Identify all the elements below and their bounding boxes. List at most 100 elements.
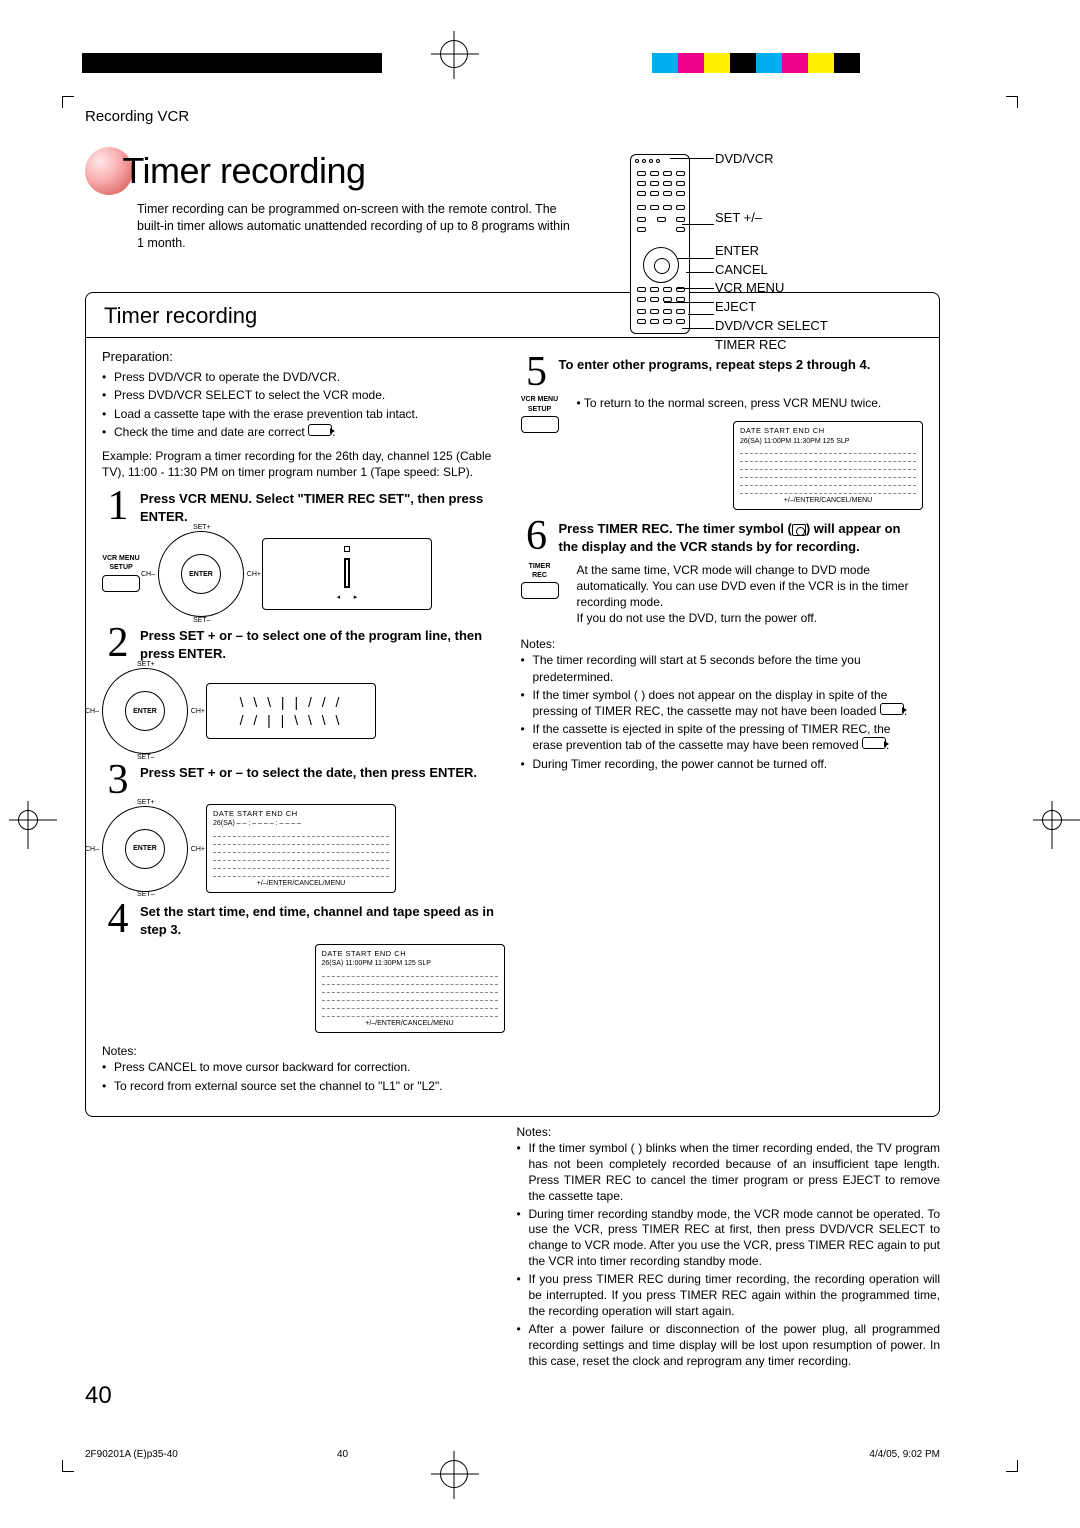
step-text: Set the start time, end time, channel an…: [140, 903, 505, 938]
remote-label-timerrec: TIMER REC: [715, 336, 828, 355]
dpad-label: CH+: [247, 570, 261, 579]
note-text: After a power failure or disconnection o…: [529, 1322, 941, 1368]
step5-return-label: To return to the normal screen, press VC…: [584, 396, 881, 410]
registration-marks: [60, 45, 960, 77]
page-ref-icon: [308, 424, 332, 436]
prep-item: Press DVD/VCR to operate the DVD/VCR.: [102, 369, 505, 385]
notes-heading: Notes:: [517, 1125, 941, 1141]
dpad-label: SET–: [137, 890, 155, 899]
osd-row: 26(SA) 11:00PM 11:30PM 125 SLP: [322, 959, 498, 968]
note-item: If the timer symbol ( ) blinks when the …: [517, 1141, 941, 1205]
remote-label-set: SET +/–: [715, 209, 828, 228]
dpad-icon: SET+ SET– CH– CH+ ENTER: [158, 531, 244, 617]
remote-labels: DVD/VCR SET +/– ENTER CANCEL VCR MENU EJ…: [715, 150, 828, 355]
dpad-icon: SET+ SET– CH– CH+ ENTER: [102, 668, 188, 754]
step-text: Press SET + or – to select one of the pr…: [140, 627, 505, 662]
step2-figure: SET+ SET– CH– CH+ ENTER \ \ \ | | / / //…: [102, 668, 505, 754]
registration-crosshair-right: [1042, 810, 1062, 830]
step-1: 1 Press VCR MENU. Select "TIMER REC SET"…: [102, 490, 505, 525]
prep-item: Load a cassette tape with the erase prev…: [102, 406, 505, 422]
footer-file: 2F90201A (E)p35-40: [85, 1449, 178, 1460]
note-item: During timer recording standby mode, the…: [517, 1207, 941, 1271]
dpad-label: CH–: [141, 570, 155, 579]
vcr-menu-key-icon: [102, 575, 140, 592]
osd-header: DATE START END CH: [213, 809, 389, 819]
dpad-label: CH+: [191, 845, 205, 854]
note-text: If the cassette is ejected in spite of t…: [533, 722, 891, 752]
note-item: The timer recording will start at 5 seco…: [521, 652, 924, 684]
page-ref-icon: [880, 703, 904, 715]
step-text: To enter other programs, repeat steps 2 …: [559, 356, 924, 390]
step-4: 4 Set the start time, end time, channel …: [102, 903, 505, 938]
registration-crosshair-top: [440, 40, 468, 68]
step-number: 6: [521, 520, 553, 555]
note-item: If the timer symbol ( ) does not appear …: [521, 687, 924, 719]
osd-row: 26(SA) – – : – – – – : – – – –: [213, 819, 389, 828]
page-title: Timer recording: [122, 150, 365, 192]
step-6: 6 Press TIMER REC. The timer symbol () w…: [521, 520, 924, 555]
prep-item: Check the time and date are correct .: [102, 424, 505, 440]
page-content: Recording VCR Timer recording Timer reco…: [85, 108, 940, 1378]
page-number: 40: [85, 1382, 112, 1410]
step-2: 2 Press SET + or – to select one of the …: [102, 627, 505, 662]
timer-rec-key-icon: [521, 582, 559, 599]
note-item: If you press TIMER REC during timer reco…: [517, 1272, 941, 1320]
dpad-label: SET–: [137, 753, 155, 762]
step6-notes: Notes: The timer recording will start at…: [521, 636, 924, 772]
footer-timestamp: 4/4/05, 9:02 PM: [869, 1449, 940, 1460]
note-text: If the timer symbol ( ) does not appear …: [533, 688, 888, 718]
breadcrumb: Recording VCR: [85, 108, 940, 125]
osd-footer: +/–/ENTER/CANCEL/MENU: [213, 879, 389, 888]
dpad-label: SET+: [193, 523, 211, 532]
crop-mark: [1006, 96, 1018, 108]
remote-outline: [630, 154, 690, 334]
osd-blinking-cursor-icon: \ \ \ | | / / // / | | \ \ \ \: [206, 683, 376, 739]
outside-notes: Notes: If the timer symbol ( ) blinks wh…: [513, 1117, 941, 1378]
vcr-menu-key-label: VCR MENU SETUP: [102, 554, 139, 573]
example-paragraph: Example: Program a timer recording for t…: [102, 448, 505, 480]
timer-symbol-icon: [792, 524, 806, 536]
dpad-enter-label: ENTER: [181, 554, 221, 594]
step-number: 1: [102, 490, 134, 525]
crop-mark: [62, 1460, 74, 1472]
dpad-enter-label: ENTER: [125, 691, 165, 731]
dpad-label: SET–: [193, 616, 211, 625]
dpad-label: CH+: [191, 707, 205, 716]
remote-label-dvdvcrselect: DVD/VCR SELECT: [715, 317, 828, 336]
crop-mark: [62, 96, 74, 108]
footer-page: 40: [337, 1449, 348, 1460]
left-column: Preparation: Press DVD/VCR to operate th…: [102, 348, 505, 1102]
step6-detail: At the same time, VCR mode will change t…: [577, 562, 924, 627]
page-ref-icon: [862, 737, 886, 749]
dpad-enter-label: ENTER: [125, 829, 165, 869]
prep-item: Press DVD/VCR SELECT to select the VCR m…: [102, 387, 505, 403]
vcr-menu-key-label: VCR MENU SETUP: [521, 395, 558, 414]
step-5: 5 To enter other programs, repeat steps …: [521, 356, 924, 390]
dpad-icon: SET+ SET– CH– CH+ ENTER: [102, 806, 188, 892]
registration-crosshair-bottom: [440, 1460, 468, 1488]
prep-item-text: Check the time and date are correct: [114, 425, 305, 439]
section-box: Timer recording Preparation: Press DVD/V…: [85, 292, 940, 1117]
osd-schedule-table: DATE START END CH 26(SA) 11:00PM 11:30PM…: [315, 944, 505, 1033]
note-item: To record from external source set the c…: [102, 1078, 505, 1094]
osd-row: 26(SA) 11:00PM 11:30PM 125 SLP: [740, 437, 916, 446]
color-calibration-bars: [652, 53, 860, 73]
remote-label-dvdvcr: DVD/VCR: [715, 150, 828, 169]
remote-diagram: DVD/VCR SET +/– ENTER CANCEL VCR MENU EJ…: [630, 148, 950, 348]
notes-heading: Notes:: [521, 636, 924, 652]
note-item: After a power failure or disconnection o…: [517, 1322, 941, 1370]
dpad-label: CH–: [85, 707, 99, 716]
step4-figure: DATE START END CH 26(SA) 11:00PM 11:30PM…: [102, 944, 505, 1033]
right-column: 5 To enter other programs, repeat steps …: [521, 348, 924, 1102]
preparation-list: Press DVD/VCR to operate the DVD/VCR. Pr…: [102, 369, 505, 440]
step-text: Press TIMER REC. The timer symbol () wil…: [559, 520, 924, 555]
osd-footer: +/–/ENTER/CANCEL/MENU: [740, 496, 916, 505]
step-number: 4: [102, 903, 134, 938]
step5-figure: VCR MENU SETUP • To return to the normal…: [521, 395, 924, 510]
note-item: If the cassette is ejected in spite of t…: [521, 721, 924, 753]
step6-figure: TIMER REC At the same time, VCR mode wil…: [521, 562, 924, 627]
remote-label-cancel: CANCEL: [715, 261, 828, 280]
note-item: During Timer recording, the power cannot…: [521, 756, 924, 772]
registration-crosshair-left: [18, 810, 38, 830]
osd-header: DATE START END CH: [322, 949, 498, 959]
